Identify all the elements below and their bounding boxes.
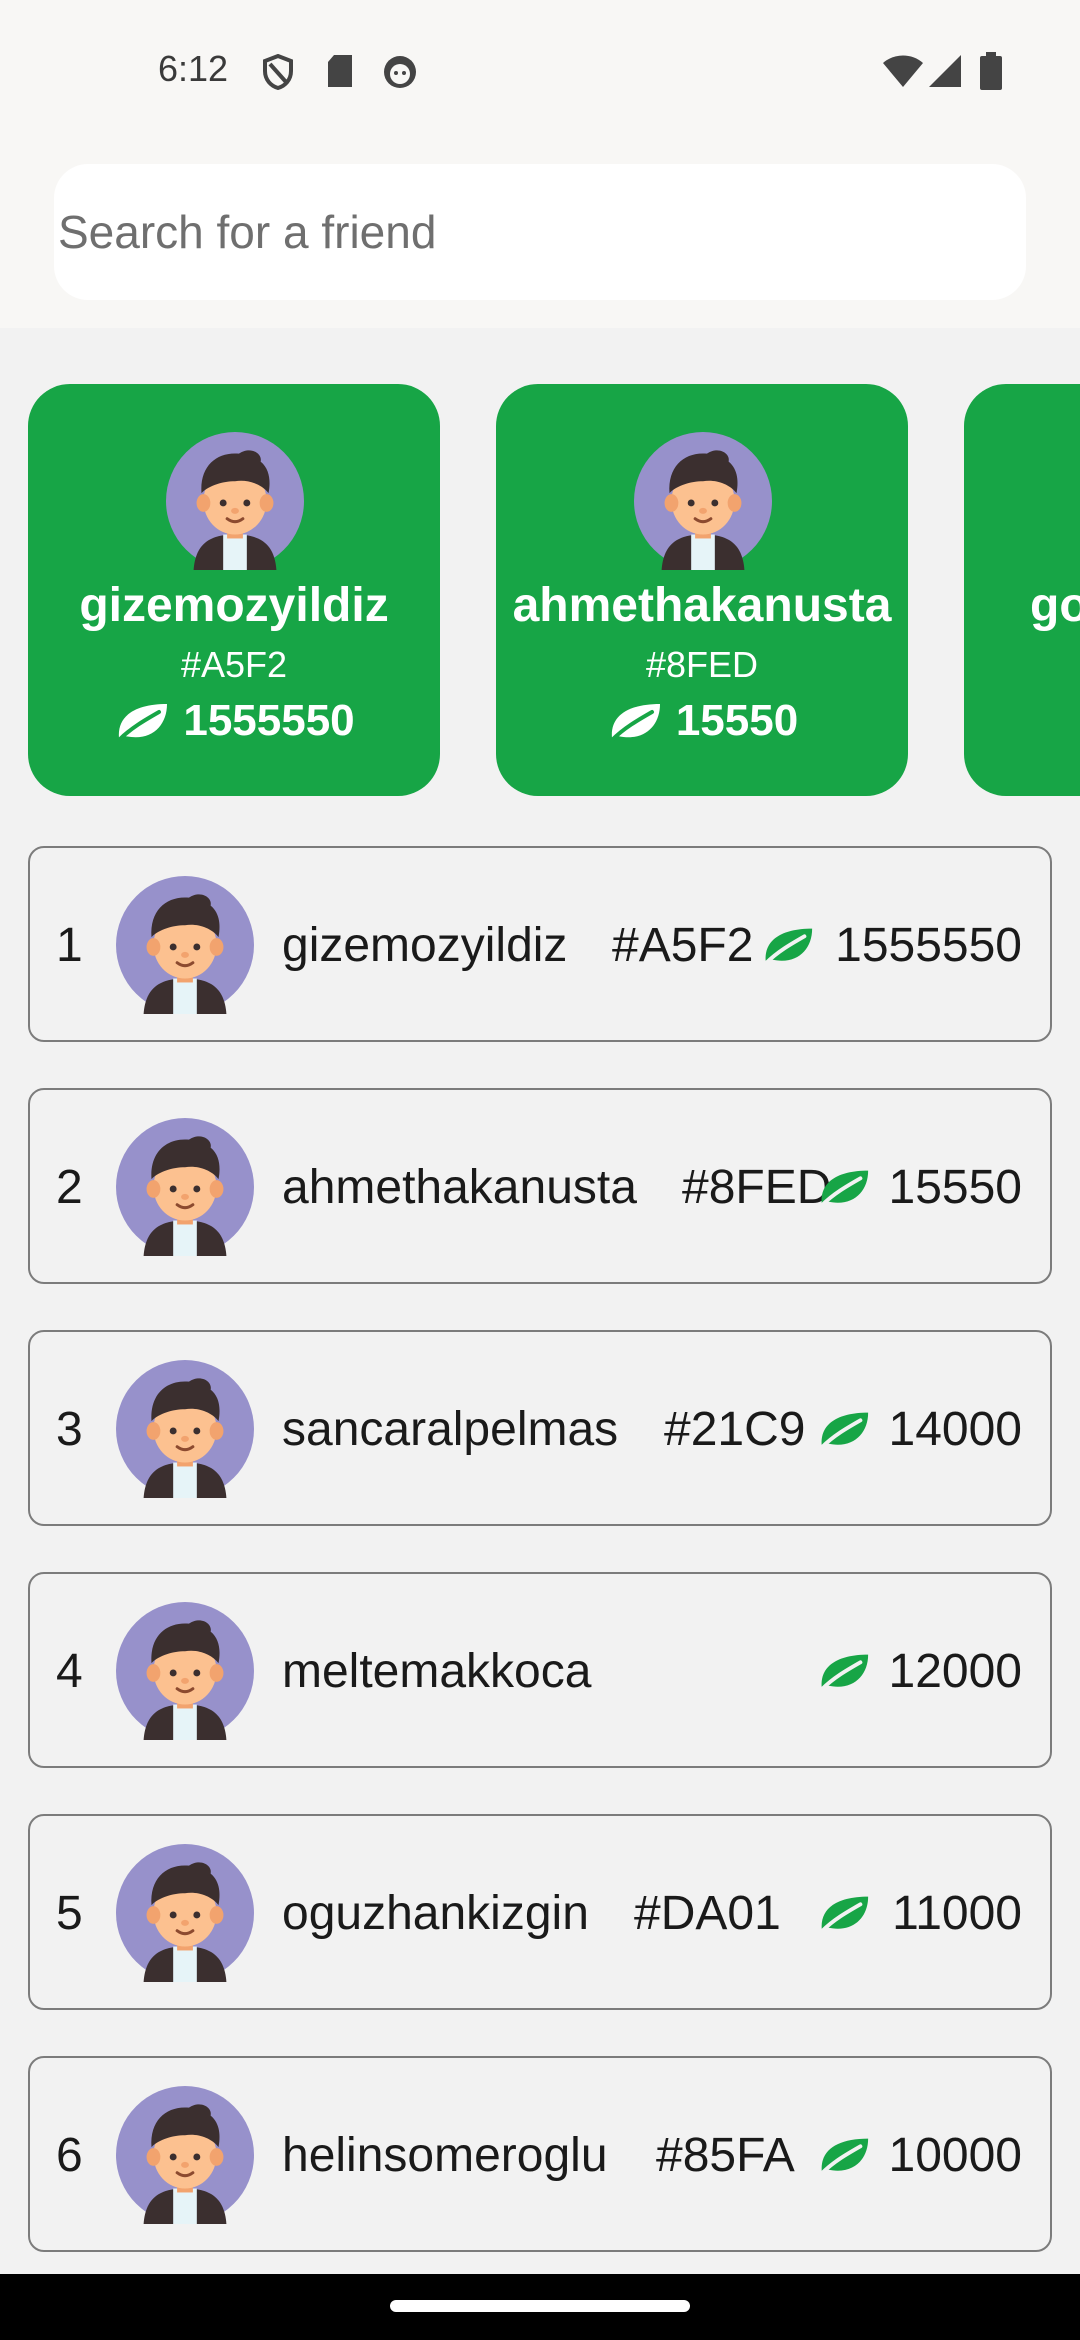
leaderboard-row[interactable]: 6 helinsomeroglu #85FA 10000 [28, 2056, 1052, 2252]
leaf-icon [819, 1652, 871, 1692]
card-tag: #8FED [645, 644, 759, 685]
avatar [116, 1360, 254, 1498]
row-name: meltemakkoca [282, 1645, 592, 1698]
row-tag: #85FA [656, 2129, 795, 2182]
card-tag: #A5F2 [180, 644, 288, 685]
row-score: 15550 [888, 1161, 1022, 1214]
row-tag: #A5F2 [612, 919, 754, 972]
card-name: gizemozyildiz [79, 579, 389, 632]
navigation-bar [0, 2274, 1080, 2340]
top-card[interactable]: gizemozyildiz #A5F2 1555550 [28, 384, 440, 796]
row-score: 11000 [892, 1887, 1022, 1940]
status-time: 6:12 [158, 48, 229, 89]
leaderboard-row[interactable]: 1 gizemozyildiz #A5F2 1555550 [28, 846, 1052, 1042]
leaderboard-row[interactable]: 5 oguzhankizgin #DA01 11000 [28, 1814, 1052, 2010]
battery-icon [980, 52, 1002, 90]
leaf-icon [117, 702, 170, 742]
header-area: 6:12 [0, 0, 1080, 328]
leaf-icon [819, 2136, 871, 2176]
avatar [116, 1602, 254, 1740]
top-cards-carousel[interactable]: gizemozyildiz #A5F2 1555550 ahmethakanus… [0, 384, 1080, 796]
leaf-icon [819, 1168, 871, 1208]
home-gesture-handle[interactable] [390, 2300, 690, 2312]
leaf-icon [763, 926, 815, 966]
card-name: ahmethakanusta [512, 579, 892, 632]
row-rank: 1 [56, 919, 83, 972]
avatar [116, 876, 254, 1014]
row-rank: 2 [56, 1161, 83, 1214]
row-score: 1555550 [835, 919, 1022, 972]
face-icon [384, 56, 416, 88]
card-score: 1555550 [28, 696, 440, 746]
row-tag: #DA01 [634, 1887, 781, 1940]
signal-icon [929, 55, 961, 87]
leaderboard-row[interactable]: 2 ahmethakanusta #8FED 15550 [28, 1088, 1052, 1284]
leaderboard-row[interactable]: 4 meltemakkoca 12000 [28, 1572, 1052, 1768]
top-card[interactable]: ahmethakanusta #8FED 15550 [496, 384, 908, 796]
row-score: 12000 [888, 1645, 1022, 1698]
status-bar: 6:12 [0, 0, 1080, 140]
avatar [166, 432, 304, 570]
avatar [116, 2086, 254, 2224]
row-name: sancaralpelmas [282, 1403, 619, 1456]
leaf-icon [609, 702, 662, 742]
card-name: go [1030, 579, 1080, 632]
top-card[interactable]: go [964, 384, 1080, 796]
sd-card-icon [328, 55, 352, 87]
row-tag: #21C9 [664, 1403, 806, 1456]
row-rank: 5 [56, 1887, 83, 1940]
card-score-value: 15550 [675, 696, 799, 745]
row-name: helinsomeroglu [282, 2129, 608, 2182]
leaderboard-row[interactable]: 3 sancaralpelmas #21C9 14000 [28, 1330, 1052, 1526]
leaf-icon [819, 1894, 871, 1934]
row-name: oguzhankizgin [282, 1887, 589, 1940]
row-name: ahmethakanusta [282, 1161, 637, 1214]
leaf-icon [819, 1410, 871, 1450]
search-box[interactable] [54, 164, 1026, 300]
row-score: 14000 [888, 1403, 1022, 1456]
row-rank: 4 [56, 1645, 83, 1698]
wifi-icon [883, 55, 923, 87]
card-score: 15550 [496, 696, 908, 746]
row-tag: #8FED [682, 1161, 832, 1214]
avatar [634, 432, 772, 570]
row-rank: 6 [56, 2129, 83, 2182]
shield-icon [263, 54, 293, 90]
row-rank: 3 [56, 1403, 83, 1456]
avatar [116, 1844, 254, 1982]
card-score-value: 1555550 [183, 696, 355, 745]
row-name: gizemozyildiz [282, 919, 568, 972]
row-score: 10000 [888, 2129, 1022, 2182]
avatar [116, 1118, 254, 1256]
search-input[interactable] [56, 204, 1026, 260]
